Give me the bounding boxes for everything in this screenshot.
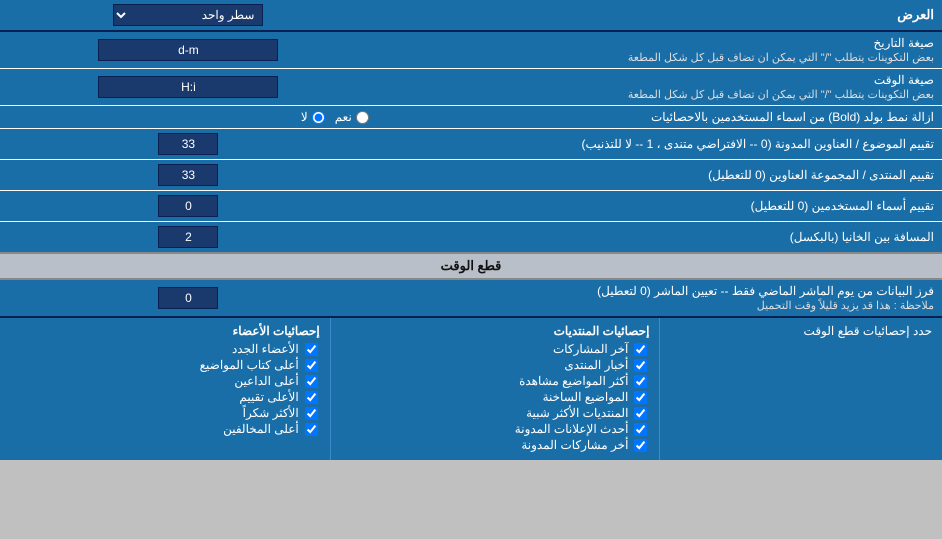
stats-limit-label: حدد إحصائيات قطع الوقت — [659, 318, 942, 460]
bold-yes-label[interactable]: نعم — [335, 110, 369, 124]
time-cut-row: فرز البيانات من يوم الماشر الماضي فقط --… — [0, 279, 942, 317]
time-format-row: صيغة الوقت بعض التكوينات يتطلب "/" التي … — [0, 69, 942, 106]
members-cb-5[interactable] — [305, 407, 318, 420]
posts-cb-2[interactable] — [634, 359, 647, 372]
forum-sort-input-cell[interactable] — [0, 160, 377, 191]
topic-sort-row: تقييم الموضوع / العناوين المدونة (0 -- ا… — [0, 129, 942, 160]
forum-sort-row: تقييم المنتدى / المجموعة العناوين (0 للت… — [0, 160, 942, 191]
stats-checkboxes-row: حدد إحصائيات قطع الوقت إحصائيات المنتديا… — [0, 317, 942, 460]
members-cb-1[interactable] — [305, 343, 318, 356]
bold-yes-radio[interactable] — [356, 111, 369, 124]
members-checkbox-1[interactable]: الأعضاء الجدد — [10, 342, 320, 356]
posts-cb-5[interactable] — [634, 407, 647, 420]
time-format-input[interactable] — [98, 76, 278, 98]
gap-label: المسافة بين الخانيا (بالبكسل) — [377, 222, 942, 254]
display-dropdown[interactable]: سطر واحد — [113, 4, 263, 26]
date-format-row: صيغة التاريخ بعض التكوينات يتطلب "/" الت… — [0, 31, 942, 69]
date-format-label: صيغة التاريخ بعض التكوينات يتطلب "/" الت… — [377, 31, 942, 69]
topic-sort-label: تقييم الموضوع / العناوين المدونة (0 -- ا… — [377, 129, 942, 160]
forum-sort-label: تقييم المنتدى / المجموعة العناوين (0 للت… — [377, 160, 942, 191]
posts-stats-title: إحصائيات المنتديات — [341, 324, 650, 338]
posts-checkbox-5[interactable]: المنتديات الأكثر شبية — [341, 406, 650, 420]
members-cb-3[interactable] — [305, 375, 318, 388]
posts-cb-6[interactable] — [634, 423, 647, 436]
gap-input-cell[interactable] — [0, 222, 377, 254]
time-cut-section-row: قطع الوقت — [0, 253, 942, 279]
members-cb-4[interactable] — [305, 391, 318, 404]
topic-sort-input[interactable] — [158, 133, 218, 155]
posts-checkbox-3[interactable]: أكثر المواضيع مشاهدة — [341, 374, 650, 388]
username-sort-input-cell[interactable] — [0, 191, 377, 222]
members-cb-6[interactable] — [305, 423, 318, 436]
posts-cb-3[interactable] — [634, 375, 647, 388]
display-dropdown-cell[interactable]: سطر واحد — [0, 0, 377, 31]
members-checkbox-2[interactable]: أعلى كتاب المواضيع — [10, 358, 320, 372]
members-cb-2[interactable] — [305, 359, 318, 372]
date-format-input-cell[interactable] — [0, 31, 377, 69]
members-checkbox-6[interactable]: أعلى المخالفين — [10, 422, 320, 436]
posts-cb-4[interactable] — [634, 391, 647, 404]
bold-no-label[interactable]: لا — [301, 110, 325, 124]
bold-remove-label: ازالة نمط بولد (Bold) من اسماء المستخدمي… — [377, 106, 942, 129]
bold-remove-radio-cell[interactable]: نعم لا — [0, 106, 377, 129]
bold-no-radio[interactable] — [312, 111, 325, 124]
members-checkbox-3[interactable]: أعلى الداعين — [10, 374, 320, 388]
username-sort-input[interactable] — [158, 195, 218, 217]
posts-checkbox-7[interactable]: أخر مشاركات المدونة — [341, 438, 650, 452]
username-sort-label: تقييم أسماء المستخدمين (0 للتعطيل) — [377, 191, 942, 222]
bold-remove-row: ازالة نمط بولد (Bold) من اسماء المستخدمي… — [0, 106, 942, 129]
posts-cb-7[interactable] — [634, 439, 647, 452]
time-cut-label: فرز البيانات من يوم الماشر الماضي فقط --… — [377, 279, 942, 317]
forum-sort-input[interactable] — [158, 164, 218, 186]
date-format-input[interactable] — [98, 39, 278, 61]
members-checkbox-4[interactable]: الأعلى تقييم — [10, 390, 320, 404]
username-sort-row: تقييم أسماء المستخدمين (0 للتعطيل) — [0, 191, 942, 222]
gap-input[interactable] — [158, 226, 218, 248]
time-cut-input[interactable] — [158, 287, 218, 309]
time-format-label: صيغة الوقت بعض التكوينات يتطلب "/" التي … — [377, 69, 942, 106]
posts-checkbox-4[interactable]: المواضيع الساخنة — [341, 390, 650, 404]
members-stats-title: إحصائيات الأعضاء — [10, 324, 320, 338]
members-checkbox-5[interactable]: الأكثر شكراً — [10, 406, 320, 420]
posts-checkbox-1[interactable]: آخر المشاركات — [341, 342, 650, 356]
topic-sort-input-cell[interactable] — [0, 129, 377, 160]
posts-stats-column: إحصائيات المنتديات آخر المشاركات أخبار ا… — [330, 318, 660, 460]
posts-cb-1[interactable] — [634, 343, 647, 356]
time-cut-section-title: قطع الوقت — [0, 253, 942, 279]
posts-checkbox-2[interactable]: أخبار المنتدى — [341, 358, 650, 372]
gap-row: المسافة بين الخانيا (بالبكسل) — [0, 222, 942, 254]
display-header-row: العرض سطر واحد — [0, 0, 942, 31]
display-label: العرض — [377, 0, 942, 31]
time-cut-input-cell[interactable] — [0, 279, 377, 317]
time-format-input-cell[interactable] — [0, 69, 377, 106]
posts-checkbox-6[interactable]: أحدث الإعلانات المدونة — [341, 422, 650, 436]
members-stats-column: إحصائيات الأعضاء الأعضاء الجدد أعلى كتاب… — [0, 318, 330, 460]
